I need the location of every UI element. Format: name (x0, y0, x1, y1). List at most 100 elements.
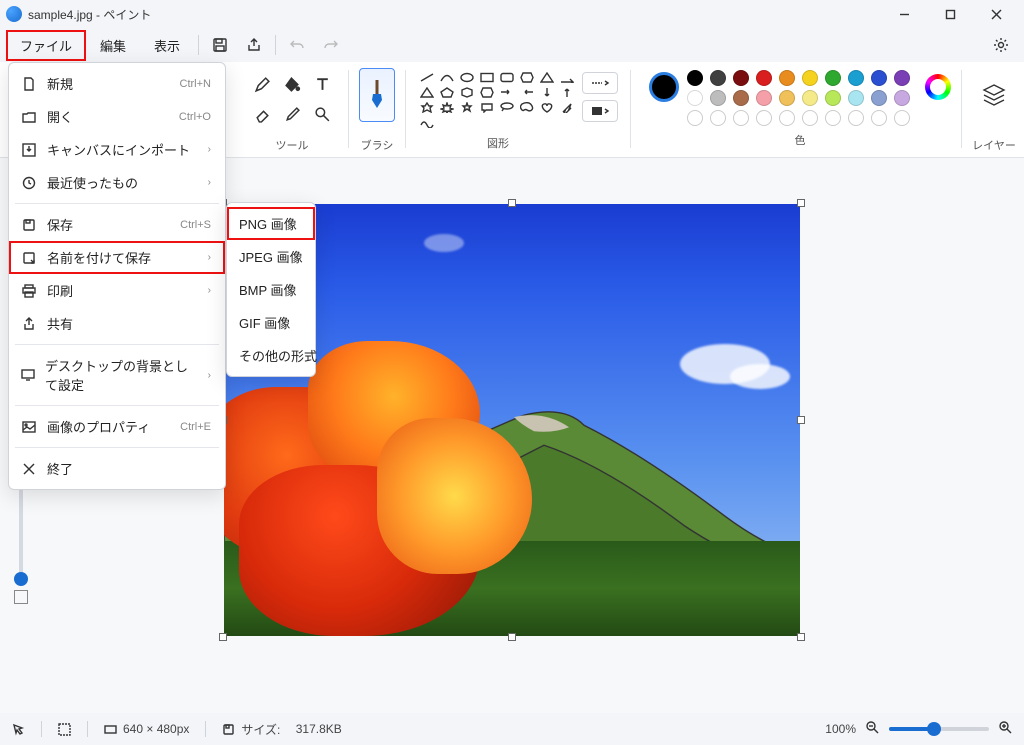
resize-handle[interactable] (797, 633, 805, 641)
eyedropper-tool[interactable] (280, 102, 304, 126)
color-swatch-empty[interactable] (802, 110, 818, 126)
save-icon (21, 218, 37, 232)
zoom-out-icon[interactable] (866, 721, 879, 737)
color-picker-button[interactable] (925, 74, 951, 100)
color-swatch-empty[interactable] (779, 110, 795, 126)
current-color[interactable] (649, 72, 679, 102)
printer-icon (21, 284, 37, 298)
save-icon[interactable] (203, 31, 237, 59)
pencil-tool[interactable] (250, 72, 274, 96)
menu-bar: ファイル 編集 表示 (0, 28, 1024, 62)
fill-tool[interactable] (280, 72, 304, 96)
settings-icon[interactable] (984, 31, 1018, 59)
window-title: sample4.jpg - ペイント (28, 6, 151, 23)
menu-item-import[interactable]: キャンバスにインポート› (9, 133, 225, 166)
share-icon[interactable] (237, 31, 271, 59)
menu-item-save[interactable]: 保存Ctrl+S (9, 208, 225, 241)
ribbon-group-colors: 色 (641, 68, 951, 155)
menu-file[interactable]: ファイル (6, 30, 86, 61)
color-swatch[interactable] (848, 90, 864, 106)
color-swatch-empty[interactable] (848, 110, 864, 126)
color-swatch-empty[interactable] (733, 110, 749, 126)
menu-item-open[interactable]: 開くCtrl+O (9, 100, 225, 133)
resize-handle[interactable] (797, 199, 805, 207)
eraser-tool[interactable] (250, 102, 274, 126)
import-icon (21, 143, 37, 157)
close-icon (21, 462, 37, 476)
minimize-button[interactable] (882, 0, 926, 28)
brush-picker[interactable] (359, 68, 395, 122)
desktop-icon (21, 368, 35, 382)
brushes-label: ブラシ (361, 137, 394, 153)
app-icon (6, 6, 22, 22)
close-button[interactable] (974, 0, 1018, 28)
menu-item-recent[interactable]: 最近使ったもの› (9, 166, 225, 199)
zoom-level: 100% (825, 722, 856, 736)
color-swatch[interactable] (756, 70, 772, 86)
color-swatch[interactable] (733, 70, 749, 86)
redo-icon[interactable] (314, 31, 348, 59)
zoom-in-icon[interactable] (999, 721, 1012, 737)
color-swatch-empty[interactable] (871, 110, 887, 126)
menu-view[interactable]: 表示 (140, 30, 194, 61)
resize-handle[interactable] (508, 633, 516, 641)
color-swatch[interactable] (848, 70, 864, 86)
submenu-item-png[interactable]: PNG 画像 (227, 207, 315, 240)
ribbon-group-layers: レイヤー (972, 68, 1016, 155)
submenu-item-jpeg[interactable]: JPEG 画像 (227, 240, 315, 273)
color-swatch[interactable] (894, 70, 910, 86)
submenu-item-gif[interactable]: GIF 画像 (227, 306, 315, 339)
ribbon-group-tools: ツール (246, 68, 338, 155)
share-icon (21, 317, 37, 331)
undo-icon[interactable] (280, 31, 314, 59)
color-swatch[interactable] (802, 90, 818, 106)
menu-item-share[interactable]: 共有 (9, 307, 225, 340)
color-swatch[interactable] (710, 70, 726, 86)
color-swatch[interactable] (710, 90, 726, 106)
color-swatch-empty[interactable] (687, 110, 703, 126)
magnifier-tool[interactable] (310, 102, 334, 126)
dimensions-display: 640 × 480px (104, 722, 189, 736)
menu-item-properties[interactable]: 画像のプロパティCtrl+E (9, 410, 225, 443)
color-swatch[interactable] (825, 90, 841, 106)
zoom-slider[interactable] (889, 727, 989, 731)
shapes-gallery[interactable] (416, 68, 580, 133)
color-swatch[interactable] (756, 90, 772, 106)
color-swatch[interactable] (871, 70, 887, 86)
submenu-item-bmp[interactable]: BMP 画像 (227, 273, 315, 306)
menu-item-set-desktop[interactable]: デスクトップの背景として設定› (9, 349, 225, 401)
color-swatch[interactable] (871, 90, 887, 106)
color-swatch-empty[interactable] (825, 110, 841, 126)
color-swatch[interactable] (779, 90, 795, 106)
color-swatch[interactable] (779, 70, 795, 86)
menu-item-save-as[interactable]: 名前を付けて保存› (9, 241, 225, 274)
color-palette[interactable] (687, 70, 913, 126)
shape-fill-button[interactable] (582, 100, 618, 122)
color-swatch[interactable] (894, 90, 910, 106)
save-as-icon (21, 251, 37, 265)
color-swatch[interactable] (733, 90, 749, 106)
color-swatch-empty[interactable] (756, 110, 772, 126)
menu-edit[interactable]: 編集 (86, 30, 140, 61)
resize-handle[interactable] (219, 633, 227, 641)
menu-item-print[interactable]: 印刷› (9, 274, 225, 307)
resize-handle[interactable] (797, 416, 805, 424)
title-bar: sample4.jpg - ペイント (0, 0, 1024, 28)
submenu-item-other[interactable]: その他の形式 (227, 339, 315, 372)
menu-item-exit[interactable]: 終了 (9, 452, 225, 485)
shape-outline-button[interactable] (582, 72, 618, 94)
color-swatch[interactable] (802, 70, 818, 86)
layers-button[interactable] (972, 68, 1016, 122)
color-swatch[interactable] (687, 70, 703, 86)
color-swatch-empty[interactable] (894, 110, 910, 126)
tools-label: ツール (276, 137, 309, 153)
color-swatch[interactable] (687, 90, 703, 106)
maximize-button[interactable] (928, 0, 972, 28)
new-file-icon (21, 77, 37, 91)
menu-item-new[interactable]: 新規Ctrl+N (9, 67, 225, 100)
resize-handle[interactable] (508, 199, 516, 207)
color-swatch[interactable] (825, 70, 841, 86)
color-swatch-empty[interactable] (710, 110, 726, 126)
history-icon (21, 176, 37, 190)
text-tool[interactable] (310, 72, 334, 96)
